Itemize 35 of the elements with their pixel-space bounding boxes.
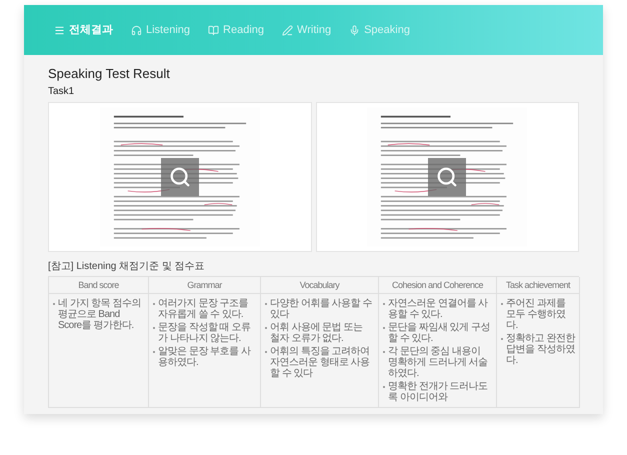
criteria-item: 알맞은 문장 부호를 사용하였다. (153, 346, 256, 368)
page-title: Speaking Test Result (48, 65, 171, 83)
task-label: Task1 (48, 85, 76, 98)
table-header-cell: Vocabulary (261, 277, 379, 294)
menu-icon (54, 24, 65, 36)
criteria-item: 문장을 작성할 때 오류가 나타나지 않는다. (153, 322, 256, 344)
criteria-item: 어휘 사용에 문법 또는 철자 오류가 없다. (265, 322, 374, 344)
microphone-icon (349, 24, 360, 36)
criteria-item: 어휘의 특징을 고려하여 자연스러운 형태로 사용할 수 있다 (265, 346, 374, 379)
table-header-cell: Cohesion and Coherence (379, 277, 497, 294)
criteria-caption: [참고] Listening 채점기준 및 점수표 (48, 260, 206, 273)
criteria-item: 정확하고 완전한 답변을 작성하였다. (501, 333, 575, 366)
search-icon (436, 166, 458, 188)
table-header-cell: Task achievement (497, 277, 580, 294)
pen-icon (282, 24, 294, 36)
table-header-cell: Band score (49, 277, 149, 294)
criteria-item: 각 문단의 중심 내용이 명확하게 드러나게 서술하였다. (383, 346, 492, 379)
criteria-item: 네 가지 항목 점수의 평균으로 Band Score를 평가한다. (53, 298, 144, 331)
nav-tab[interactable]: Writing (282, 22, 332, 38)
criteria-item: 문단을 짜임새 있게 구성할 수 있다. (383, 322, 492, 344)
zoom-button[interactable] (428, 158, 466, 196)
criteria-item: 다양한 어휘를 사용할 수 있다 (265, 298, 374, 320)
search-icon (168, 166, 191, 188)
criteria-item: 명확한 전개가 드러나도록 아이디어와 (383, 381, 492, 403)
criteria-item: 주어진 과제를 모두 수행하였다. (501, 298, 575, 331)
book-icon (208, 24, 220, 36)
criteria-item: 자연스러운 연결어를 사용할 수 있다. (383, 298, 492, 320)
nav-tab[interactable]: Listening (131, 22, 190, 38)
table-header-cell: Grammar (149, 277, 261, 294)
zoom-button[interactable] (160, 158, 199, 196)
nav-tab[interactable]: 전체결과 (54, 22, 113, 38)
nav-tab[interactable]: Speaking (349, 22, 410, 38)
nav-tab[interactable]: Reading (208, 22, 264, 38)
criteria-item: 여러가지 문장 구조를 자유롭게 쓸 수 있다. (153, 298, 256, 320)
headphones-icon (131, 24, 142, 36)
